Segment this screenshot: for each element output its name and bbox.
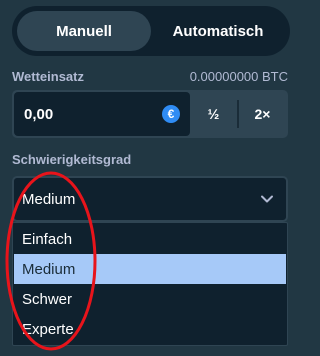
double-bet-button[interactable]: 2× <box>239 92 286 136</box>
bet-amount-input[interactable] <box>24 105 144 123</box>
difficulty-selected-value: Medium <box>22 190 76 208</box>
bet-amount-header: Wetteinsatz 0.00000000 BTC <box>12 68 288 84</box>
mode-toggle: Manuell Automatisch <box>12 6 290 56</box>
half-bet-button[interactable]: ½ <box>190 92 237 136</box>
game-control-panel: Manuell Automatisch Wetteinsatz 0.000000… <box>0 0 300 356</box>
auto-mode-button[interactable]: Automatisch <box>151 11 285 51</box>
bet-balance: 0.00000000 BTC <box>189 68 288 84</box>
euro-currency-icon: € <box>162 105 180 123</box>
bet-amount-row: € ½ 2× <box>12 90 288 138</box>
difficulty-select[interactable]: Medium <box>12 176 288 222</box>
difficulty-option[interactable]: Schwer <box>14 284 286 314</box>
difficulty-option-selected[interactable]: Medium <box>14 254 286 284</box>
difficulty-dropdown-list: Einfach Medium Schwer Experte <box>12 222 288 346</box>
difficulty-option[interactable]: Experte <box>14 314 286 344</box>
difficulty-label: Schwierigkeitsgrad <box>12 152 132 167</box>
bet-amount-field[interactable]: € <box>14 92 190 136</box>
chevron-down-icon <box>261 195 273 203</box>
manual-mode-button[interactable]: Manuell <box>17 11 151 51</box>
difficulty-option[interactable]: Einfach <box>14 224 286 254</box>
bet-amount-label: Wetteinsatz <box>12 68 84 84</box>
